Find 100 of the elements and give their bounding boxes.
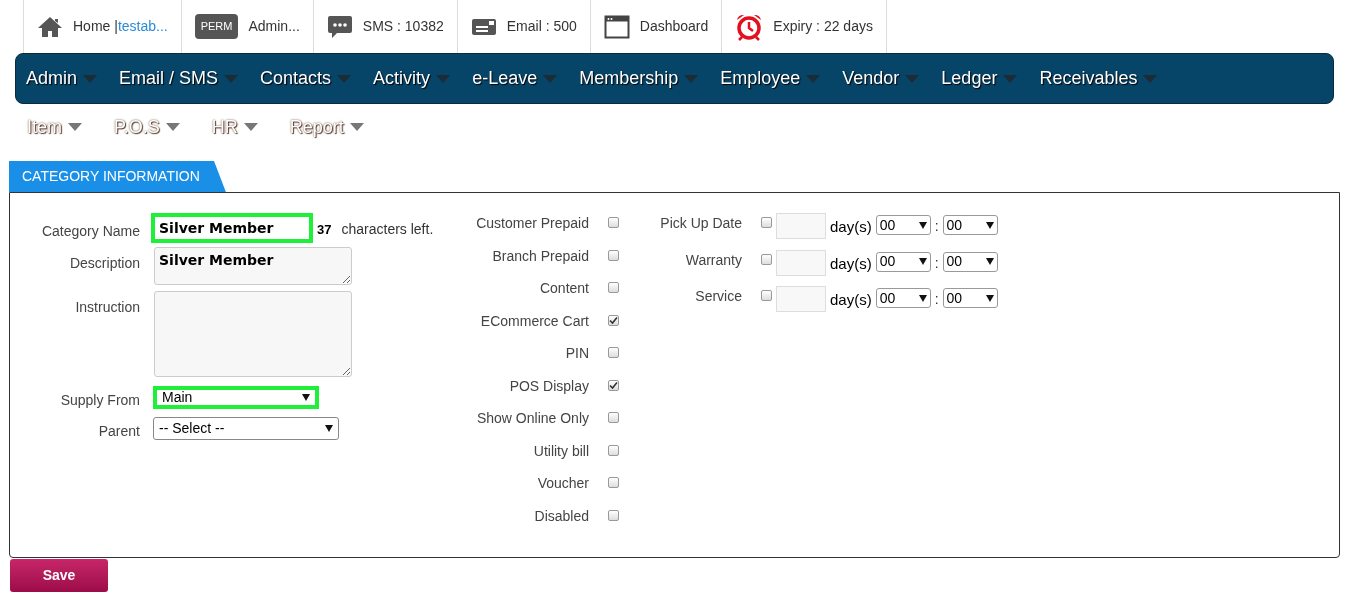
menu-item[interactable]: Vendor [842, 65, 922, 92]
option-label: Disabled [533, 506, 589, 526]
unit-label: day(s) [829, 253, 873, 274]
checkbox[interactable] [761, 290, 772, 301]
dropdown[interactable]: 00 [875, 288, 931, 308]
caret-icon [83, 74, 98, 83]
field-label: Description [68, 254, 141, 273]
home-link[interactable]: Home | [73, 16, 118, 37]
menu-item[interactable]: P.O.S [114, 113, 180, 141]
field-label: Category Name [40, 222, 141, 241]
checkbox[interactable] [608, 282, 619, 293]
caret-icon [806, 74, 821, 83]
dropdown-arrow-icon [985, 221, 994, 229]
caret-icon [543, 74, 558, 83]
top-bar-label[interactable]: Admin... [248, 16, 300, 37]
option-label: Voucher [536, 474, 589, 493]
option-label: POS Display [508, 376, 589, 396]
text-area[interactable] [154, 291, 352, 377]
option-label: Customer Prepaid [475, 214, 589, 233]
menu-item[interactable]: Ledger [941, 65, 1020, 92]
option-label: PIN [564, 344, 589, 363]
menu-item[interactable]: Item [27, 113, 82, 141]
day-input[interactable] [776, 213, 826, 239]
dropdown-arrow-icon [918, 221, 927, 229]
top-bar-label[interactable]: Email : 500 [506, 16, 577, 37]
menu-item[interactable]: HR [211, 113, 258, 141]
caret-icon [349, 123, 364, 131]
menu-item[interactable]: Contacts [260, 65, 354, 92]
dropdown[interactable]: 00 [942, 215, 998, 235]
card-icon [470, 16, 497, 37]
field-label: Parent [97, 422, 141, 441]
dropdown-arrow-icon [325, 425, 333, 432]
alarm-clock-icon [735, 12, 764, 41]
window-icon [603, 14, 630, 39]
menu-item[interactable]: Admin [26, 65, 100, 92]
dropdown[interactable]: 00 [942, 251, 998, 272]
caret-icon [337, 74, 352, 83]
dropdown[interactable]: -- Select -- [153, 417, 339, 440]
caret-icon [243, 123, 258, 131]
menu-item[interactable]: Email / SMS [119, 65, 241, 92]
option-label: Utility bill [532, 441, 589, 461]
caret-icon [1003, 74, 1018, 83]
dropdown-arrow-icon [918, 258, 927, 265]
caret-icon [165, 123, 180, 131]
menu-item[interactable]: Employee [720, 65, 823, 92]
home-icon [37, 15, 63, 38]
checkbox[interactable] [608, 217, 619, 228]
unit-label: day(s) [829, 290, 873, 310]
dropdown[interactable]: 00 [875, 215, 931, 235]
unit-label: day(s) [829, 217, 873, 237]
checkbox[interactable] [608, 249, 619, 261]
caret-icon [684, 74, 699, 83]
checkbox[interactable] [608, 314, 619, 326]
menu-item[interactable]: e-Leave [472, 65, 560, 92]
day-input[interactable] [776, 249, 826, 276]
menu-item[interactable]: Membership [579, 65, 701, 92]
caret-icon [436, 74, 451, 83]
menu-item[interactable]: Receivables [1039, 65, 1160, 92]
dropdown[interactable]: Main [153, 386, 319, 409]
caret-icon [905, 74, 920, 83]
checkbox[interactable] [608, 412, 619, 423]
dropdown-arrow-icon [985, 258, 994, 265]
field-label: Service [694, 287, 742, 306]
checkbox[interactable] [608, 509, 619, 521]
caret-icon [1143, 74, 1158, 83]
menu-item[interactable]: Report [289, 113, 364, 141]
text-input[interactable]: Silver Member [151, 213, 313, 243]
checkbox[interactable] [608, 477, 619, 488]
caret-icon [224, 74, 239, 83]
top-bar-label[interactable]: Expiry : 22 days [773, 16, 873, 37]
dropdown[interactable]: 00 [875, 251, 931, 272]
field-label: Warranty [684, 250, 742, 270]
caret-icon [68, 123, 82, 131]
perm-badge: PERM [194, 14, 239, 39]
dropdown-arrow-icon [302, 394, 310, 401]
day-input[interactable] [776, 286, 826, 312]
text-area[interactable]: Silver Member [154, 247, 352, 285]
character-counter: 37 [316, 221, 332, 239]
time-separator: : [933, 290, 940, 309]
dropdown-arrow-icon [985, 294, 994, 302]
field-label: Instruction [74, 298, 141, 317]
dropdown-arrow-icon [918, 294, 927, 302]
save-button[interactable]: Save [10, 559, 108, 592]
time-separator: : [933, 253, 940, 273]
time-separator: : [933, 217, 940, 236]
checkbox[interactable] [608, 444, 619, 456]
checkbox[interactable] [761, 217, 772, 228]
option-label: Branch Prepaid [491, 246, 589, 266]
dropdown[interactable]: 00 [942, 288, 998, 308]
checkbox[interactable] [608, 379, 619, 391]
menu-item[interactable]: Activity [373, 65, 453, 92]
field-label: Supply From [59, 391, 141, 410]
checkbox[interactable] [608, 347, 619, 358]
checkbox[interactable] [761, 253, 772, 265]
option-label: Content [538, 279, 589, 298]
option-label: Show Online Only [475, 409, 589, 428]
counter-text: characters left. [340, 220, 434, 239]
chat-bubble-icon [326, 14, 353, 39]
top-bar-label[interactable]: Dashboard [639, 16, 709, 37]
top-bar-label[interactable]: SMS : 10382 [362, 16, 444, 37]
